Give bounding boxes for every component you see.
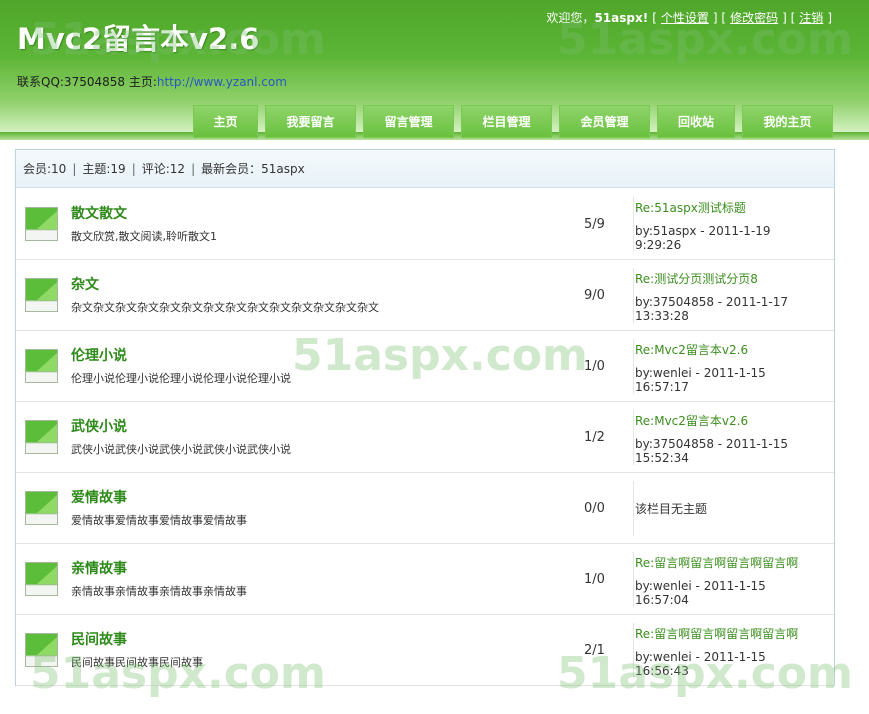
forum-title[interactable]: 亲情故事	[71, 558, 127, 578]
forum-description: 武侠小说武侠小说武侠小说武侠小说武侠小说	[71, 443, 291, 456]
stat-topics: 主题:19	[82, 162, 126, 176]
topic-reply-count: 1/0	[584, 572, 605, 587]
forum-folder-icon	[25, 420, 58, 454]
forum-title[interactable]: 伦理小说	[71, 345, 127, 365]
last-post-meta: by:37504858 - 2011-1-17 13:33:28	[635, 295, 834, 323]
forum-title[interactable]: 民间故事	[71, 629, 127, 649]
nav-column-admin[interactable]: 栏目管理	[461, 105, 552, 138]
forum-title[interactable]: 武侠小说	[71, 416, 127, 436]
forum-description: 伦理小说伦理小说伦理小说伦理小说伦理小说	[71, 372, 291, 385]
last-post: Re:51aspx测试标题 by:51aspx - 2011-1-19 9:29:2…	[633, 197, 834, 252]
topic-reply-count: 5/9	[584, 217, 605, 232]
stat-comments: 评论:12	[141, 162, 186, 176]
last-post-title[interactable]: Re:留言啊留言啊留言啊留言啊	[635, 554, 834, 571]
stat-divider: |	[72, 161, 77, 176]
last-post: 该栏目无主题	[633, 481, 834, 536]
last-post-author-date: by:51aspx - 2011-1-19	[635, 224, 771, 238]
nav-post-message[interactable]: 我要留言	[265, 105, 356, 138]
last-post-time: 16:57:04	[635, 593, 689, 607]
forum-row: 杂文 杂文杂文杂文杂文杂文杂文杂文杂文杂文杂文杂文杂文杂文杂文 9/0 Re:测…	[16, 260, 834, 331]
last-post-time: 16:57:17	[635, 380, 689, 394]
stat-divider: |	[191, 161, 196, 176]
forum-description: 散文欣赏,散文阅读,聆听散文1	[71, 230, 217, 243]
nav-member-admin[interactable]: 会员管理	[559, 105, 650, 138]
topic-reply-count: 1/2	[584, 430, 605, 445]
nav-my-homepage[interactable]: 我的主页	[742, 105, 833, 138]
forum-folder-icon	[25, 562, 58, 596]
last-post-time: 9:29:26	[635, 238, 682, 252]
topic-reply-count: 0/0	[584, 501, 605, 516]
forum-row: 散文散文 散文欣赏,散文阅读,聆听散文1 5/9 Re:51aspx测试标题 by…	[16, 189, 834, 260]
homepage-link[interactable]: http://www.yzanl.com	[157, 75, 287, 89]
last-post-meta: by:wenlei - 2011-1-15 16:57:04	[635, 579, 834, 607]
stat-divider: |	[131, 161, 136, 176]
forum-panel: 会员:10 | 主题:19 | 评论:12 | 最新会员：51aspx 散文散文…	[15, 149, 835, 686]
last-post-author-date: by:37504858 - 2011-1-15	[635, 437, 789, 451]
last-post: Re:留言啊留言啊留言啊留言啊 by:wenlei - 2011-1-15 16:5…	[633, 552, 834, 607]
watermark: 51aspx.com	[557, 14, 853, 65]
forum-title[interactable]: 杂文	[71, 274, 99, 294]
forum-title[interactable]: 散文散文	[71, 203, 127, 223]
stat-latest-member: 最新会员：51aspx	[201, 162, 305, 176]
contact-label: 联系QQ:37504858 主页:	[17, 75, 157, 89]
nav-message-admin[interactable]: 留言管理	[363, 105, 454, 138]
last-post-time: 15:52:34	[635, 451, 689, 465]
forum-folder-icon	[25, 349, 58, 383]
last-post-title[interactable]: Re:Mvc2留言本v2.6	[635, 412, 834, 429]
forum-description: 亲情故事亲情故事亲情故事亲情故事	[71, 585, 247, 598]
last-post-author-date: by:37504858 - 2011-1-17	[635, 295, 789, 309]
last-post-time: 13:33:28	[635, 309, 689, 323]
forum-folder-icon	[25, 491, 58, 525]
forum-title[interactable]: 爱情故事	[71, 487, 127, 507]
nav-home[interactable]: 主页	[193, 105, 258, 138]
last-post-title[interactable]: Re:留言啊留言啊留言啊留言啊	[635, 625, 834, 642]
forum-description: 杂文杂文杂文杂文杂文杂文杂文杂文杂文杂文杂文杂文杂文杂文	[71, 301, 379, 314]
nav-recycle-bin[interactable]: 回收站	[657, 105, 735, 138]
last-post: Re:Mvc2留言本v2.6 by:wenlei - 2011-1-15 16:57…	[633, 339, 834, 394]
last-post-title[interactable]: Re:测试分页测试分页8	[635, 270, 834, 287]
forum-folder-icon	[25, 207, 58, 241]
stats-bar: 会员:10 | 主题:19 | 评论:12 | 最新会员：51aspx	[16, 150, 834, 188]
no-topic-text: 该栏目无主题	[635, 502, 708, 516]
forum-folder-icon	[25, 278, 58, 312]
last-post-meta: by:37504858 - 2011-1-15 15:52:34	[635, 437, 834, 465]
watermark: 51aspx.com	[30, 648, 326, 699]
watermark: 51aspx.com	[557, 648, 853, 699]
forum-row: 武侠小说 武侠小说武侠小说武侠小说武侠小说武侠小说 1/2 Re:Mvc2留言本…	[16, 402, 834, 473]
last-post: Re:Mvc2留言本v2.6 by:37504858 - 2011-1-15 15:…	[633, 410, 834, 465]
last-post-title[interactable]: Re:Mvc2留言本v2.6	[635, 341, 834, 358]
forum-description: 爱情故事爱情故事爱情故事爱情故事	[71, 514, 247, 527]
forum-row: 爱情故事 爱情故事爱情故事爱情故事爱情故事 0/0 该栏目无主题	[16, 473, 834, 544]
stat-members: 会员:10	[23, 162, 67, 176]
last-post-author-date: by:wenlei - 2011-1-15	[635, 579, 766, 593]
last-post-title[interactable]: Re:51aspx测试标题	[635, 199, 834, 216]
watermark: 51aspx.com	[30, 14, 326, 65]
contact-info: 联系QQ:37504858 主页:http://www.yzanl.com	[17, 73, 287, 90]
watermark: 51aspx.com	[292, 330, 588, 381]
last-post-meta: by:51aspx - 2011-1-19 9:29:26	[635, 224, 834, 252]
last-post-author-date: by:wenlei - 2011-1-15	[635, 366, 766, 380]
topic-reply-count: 9/0	[584, 288, 605, 303]
last-post: Re:测试分页测试分页8 by:37504858 - 2011-1-17 13:33…	[633, 268, 834, 323]
forum-row: 亲情故事 亲情故事亲情故事亲情故事亲情故事 1/0 Re:留言啊留言啊留言啊留言…	[16, 544, 834, 615]
last-post-meta: by:wenlei - 2011-1-15 16:57:17	[635, 366, 834, 394]
